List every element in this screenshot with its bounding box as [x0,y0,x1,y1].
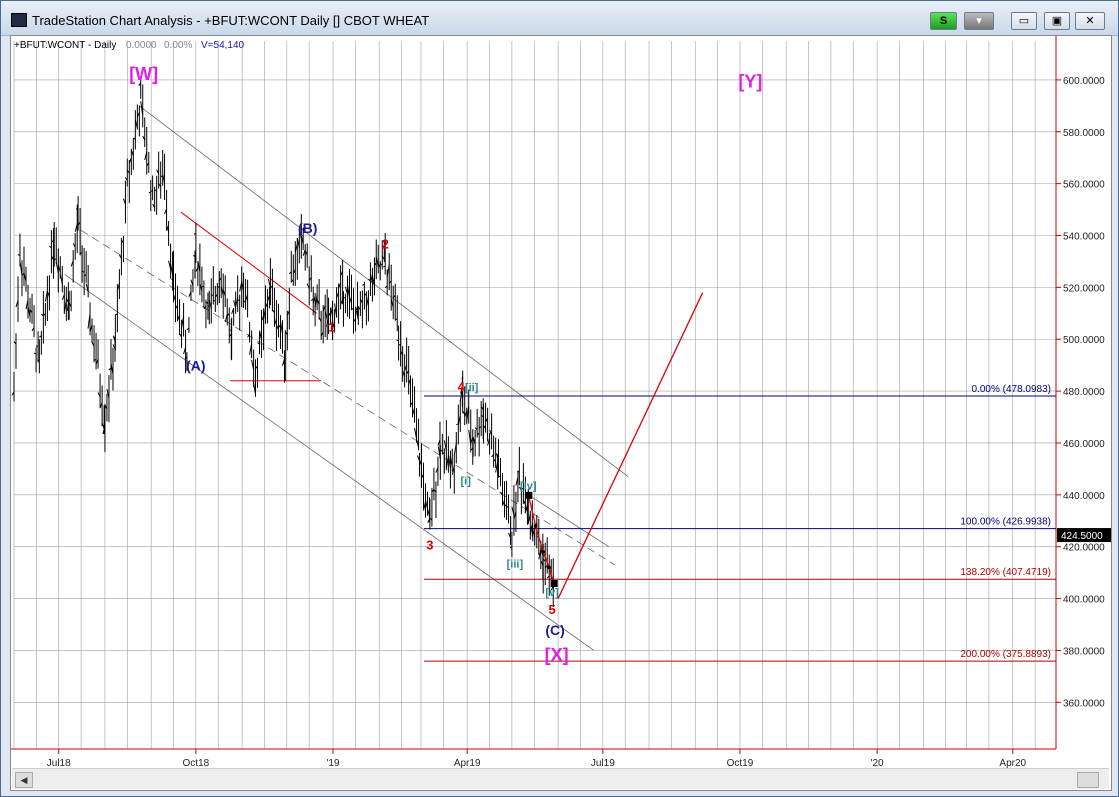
wave-label: 3 [426,537,433,552]
projection-5-wave-path [527,494,555,584]
change-percent-label: 0.00% [164,40,192,51]
x-tick-label: Apr19 [454,758,481,768]
ohlc-bars [11,79,554,608]
wave-label: 5 [549,602,556,617]
x-tick-label: Oct18 [183,758,210,768]
minimize-button[interactable]: ▭ [1011,12,1037,30]
fib-level-label: 100.00% (426.9938) [960,517,1051,528]
ohlc-bar-open [33,352,37,355]
fib-level-label: 200.00% (375.8893) [960,649,1051,660]
horizontal-scrollbar[interactable]: ◀ [12,768,1109,789]
y-tick-label: 460.0000 [1063,439,1105,450]
fib-level-label: 138.20% (407.4719) [960,567,1051,578]
ohlc-bar-open [517,471,520,473]
y-tick-label: 440.0000 [1063,491,1105,502]
y-tick-label: 420.0000 [1063,543,1105,554]
window-title: TradeStation Chart Analysis - +BFUT:WCON… [32,13,430,28]
projection-point [547,565,551,570]
chart-area[interactable]: 360.0000 380.0000 400.0000 420.0000 440.0000… [10,35,1112,791]
y-tick-label: 500.0000 [1063,335,1105,346]
ohlc-bar-open [54,258,57,260]
close-button[interactable]: ✕ [1075,12,1105,30]
trend-line [180,211,317,314]
x-tick-label: Apr20 [999,758,1026,768]
wave-label: [v] [545,587,559,599]
wave-label: (B) [298,220,317,236]
scroll-left-icon[interactable]: ◀ [15,772,33,788]
y-tick-label: 560.0000 [1063,180,1105,191]
y-tick-label: 540.0000 [1063,232,1105,243]
y-tick-label: 480.0000 [1063,387,1105,398]
channel-line [138,105,629,478]
wave-label: 1 [328,319,335,334]
wave-label: [iii] [507,558,524,570]
projection-end-marker [550,580,558,588]
chart-menu-button[interactable]: ▾ [964,12,994,30]
x-tick-label: Oct19 [727,758,754,768]
x-tick-label: '20 [871,758,884,768]
volume-label: V=54,140 [201,40,245,51]
y-tick-label: 600.0000 [1063,76,1105,87]
channel-line [528,494,610,548]
wave-label: [X] [545,645,569,665]
wave-label: [Y] [738,72,762,92]
price-chart[interactable]: 360.0000 380.0000 400.0000 420.0000 440.0000… [11,36,1111,768]
wave-label: (A) [186,357,205,373]
chart-window: TradeStation Chart Analysis - +BFUT:WCON… [0,0,1119,797]
y-tick-label: 360.0000 [1063,698,1105,709]
wave-label: [i] [460,475,471,487]
y-tick-label: 380.0000 [1063,646,1105,657]
wave-label: (C) [545,622,564,638]
scroll-thumb[interactable] [1077,772,1099,788]
last-value-label: 0.0000 [126,40,157,51]
projection-point [541,550,545,554]
title-bar[interactable]: TradeStation Chart Analysis - +BFUT:WCON… [1,1,1118,36]
ohlc-bar-open [395,318,398,321]
symbol-label: +BFUT:WCONT - Daily [14,40,116,51]
projection-projection-up [557,292,704,599]
strategy-s-button[interactable]: S [930,12,957,30]
maximize-button[interactable]: ▣ [1044,12,1070,30]
wave-label: [iv] [520,481,537,493]
wave-label: [W] [129,64,158,84]
y-tick-label: 400.0000 [1063,595,1105,606]
wave-label: [ii] [465,382,479,394]
wave-label: 2 [382,236,389,251]
projection-start-marker [525,491,533,499]
y-tick-label: 580.0000 [1063,128,1105,139]
y-tick-label: 520.0000 [1063,283,1105,294]
last-price-label: 424.5000 [1061,531,1103,542]
x-tick-label: '19 [326,758,339,768]
ohlc-bar-open [193,233,197,235]
fib-level-label: 0.00% (478.0983) [971,384,1051,395]
app-icon [11,13,27,27]
x-tick-label: Jul19 [591,758,615,768]
x-tick-label: Jul18 [47,758,71,768]
projection-point [533,524,538,528]
